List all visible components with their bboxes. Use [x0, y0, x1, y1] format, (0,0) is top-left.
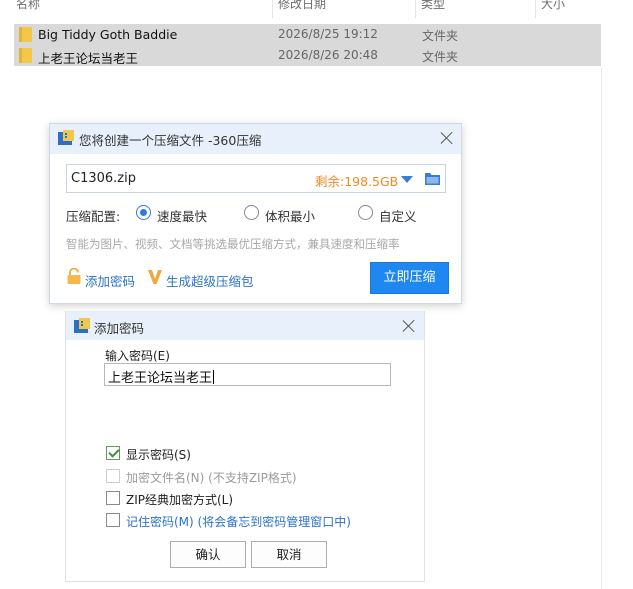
lock-icon[interactable] — [67, 268, 81, 284]
column-separator[interactable] — [415, 0, 416, 18]
add-password-link[interactable]: 添加密码 — [85, 271, 135, 290]
ok-button[interactable]: 确认 — [170, 541, 246, 568]
show-password-checkbox[interactable] — [106, 446, 120, 460]
file-modified: 2026/8/26 20:48 — [278, 48, 378, 62]
cancel-button[interactable]: 取消 — [251, 541, 327, 568]
column-separator[interactable] — [272, 0, 273, 18]
password-value: 上老王论坛当老王 — [108, 367, 215, 386]
archive-path-field[interactable]: C1306.zip 剩余:198.5GB — [66, 164, 446, 193]
radio-fastest[interactable] — [136, 205, 151, 220]
app-icon — [74, 318, 90, 333]
zip-classic-checkbox[interactable] — [106, 491, 120, 505]
radio-fastest-label[interactable]: 速度最快 — [157, 206, 207, 225]
column-header-modified[interactable]: 修改日期 — [278, 0, 326, 14]
close-icon[interactable] — [439, 130, 455, 146]
encrypt-filenames-checkbox — [106, 469, 120, 483]
archive-filename: C1306.zip — [71, 171, 136, 186]
add-password-titlebar[interactable]: 添加密码 — [66, 311, 424, 340]
file-row[interactable]: Big Tiddy Goth Baddie 2026/8/25 19:12 文件… — [14, 24, 601, 45]
radio-smallest[interactable] — [244, 205, 259, 220]
compress-now-button[interactable]: 立即压缩 — [370, 262, 449, 294]
file-name: 上老王论坛当老王 — [38, 51, 139, 66]
column-header-size[interactable]: 大小 — [541, 0, 565, 14]
radio-custom[interactable] — [358, 205, 373, 220]
file-row[interactable]: 上老王论坛当老王 2026/8/26 20:48 文件夹 — [14, 45, 601, 66]
column-separator[interactable] — [535, 0, 536, 18]
radio-smallest-label[interactable]: 体积最小 — [265, 206, 315, 225]
encrypt-filenames-label: 加密文件名(N) (不支持ZIP格式) — [126, 471, 297, 485]
add-password-title: 添加密码 — [94, 321, 145, 336]
file-type: 文件夹 — [422, 50, 459, 64]
show-password-label[interactable]: 显示密码(S) — [126, 446, 191, 463]
column-header-name[interactable]: 名称 — [16, 0, 40, 14]
compress-dialog-titlebar[interactable]: 您将创建一个压缩文件 -360压缩 — [50, 124, 461, 154]
close-icon[interactable] — [401, 318, 417, 334]
zip-classic-label[interactable]: ZIP经典加密方式(L) — [126, 491, 233, 508]
file-name: Big Tiddy Goth Baddie — [38, 27, 178, 42]
password-text: 上老王论坛当老王 — [108, 371, 213, 386]
dropdown-arrow-icon[interactable] — [401, 176, 413, 183]
compress-dialog: 您将创建一个压缩文件 -360压缩 C1306.zip 剩余:198.5GB 压… — [49, 123, 462, 304]
pane-divider — [601, 68, 602, 589]
v-icon — [148, 270, 162, 284]
file-type: 文件夹 — [422, 29, 459, 43]
column-header-type[interactable]: 类型 — [421, 0, 445, 14]
password-input-label: 输入密码(E) — [105, 349, 170, 363]
remember-password-label[interactable]: 记住密码(M) (将会备忘到密码管理窗口中) — [126, 513, 351, 530]
add-password-dialog: 添加密码 输入密码(E) 上老王论坛当老王 显示密码(S) 加密文件名(N) (… — [65, 311, 425, 582]
super-pack-link[interactable]: 生成超级压缩包 — [166, 271, 254, 290]
radio-custom-label[interactable]: 自定义 — [379, 206, 417, 225]
password-input[interactable]: 上老王论坛当老王 — [104, 363, 391, 386]
folder-icon — [19, 48, 32, 63]
free-space-label: 剩余:198.5GB — [315, 174, 399, 189]
app-icon — [58, 130, 74, 145]
folder-icon — [19, 27, 32, 42]
file-modified: 2026/8/25 19:12 — [278, 27, 378, 41]
compress-dialog-title: 您将创建一个压缩文件 -360压缩 — [79, 133, 262, 148]
compression-hint: 智能为图片、视频、文档等挑选最优压缩方式，兼具速度和压缩率 — [66, 237, 400, 251]
compression-config-label: 压缩配置: — [66, 209, 121, 224]
remember-password-checkbox[interactable] — [106, 513, 120, 527]
text-caret — [213, 370, 215, 384]
browse-folder-icon[interactable] — [425, 172, 440, 185]
